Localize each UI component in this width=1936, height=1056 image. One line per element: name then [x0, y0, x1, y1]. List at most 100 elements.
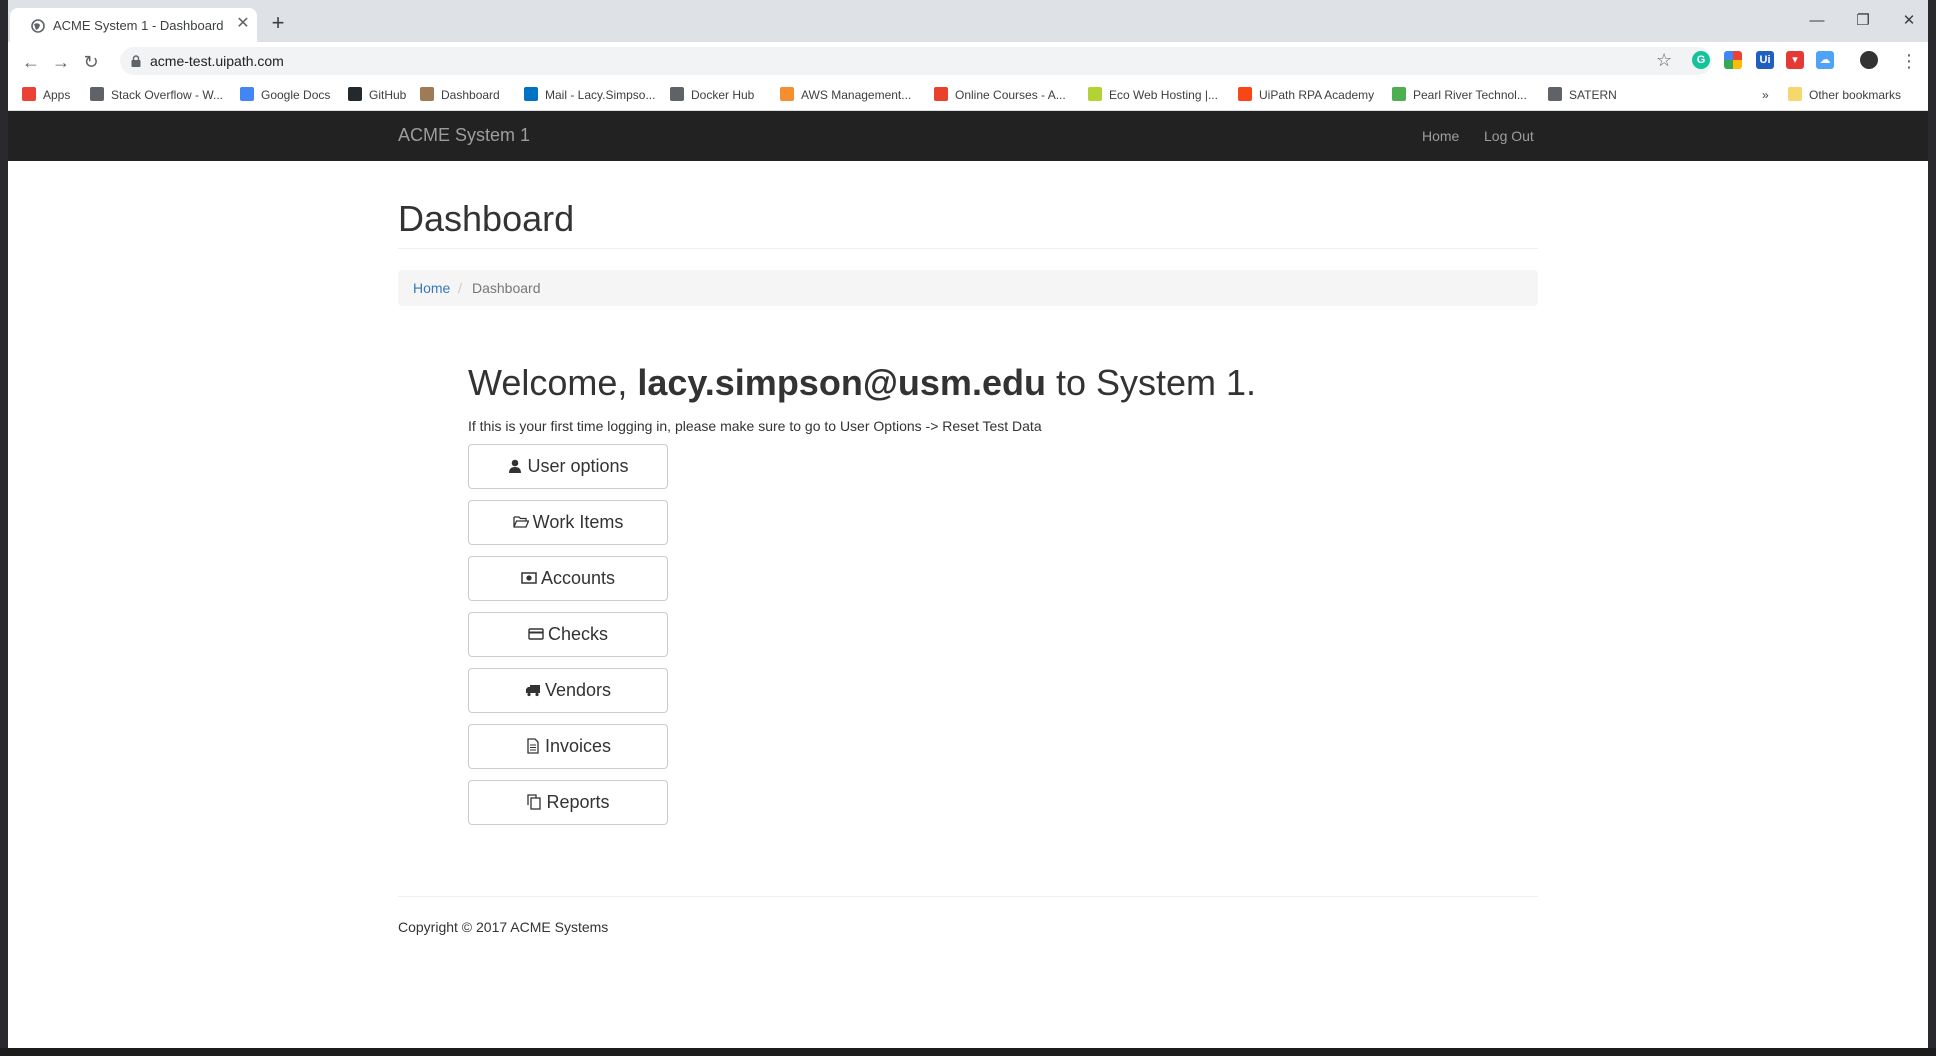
checks-button[interactable]: Checks [468, 612, 668, 657]
restore-button[interactable]: ❐ [1840, 9, 1886, 33]
bookmark-item[interactable]: Online Courses - A... [934, 86, 1066, 104]
bookmark-item[interactable]: GitHub [348, 86, 406, 104]
bookmark-item[interactable]: Eco Web Hosting |... [1088, 86, 1218, 104]
browser-toolbar: ← → ↻ acme-test.uipath.com ☆ G Ui ▾ ☁ ⋮ [8, 42, 1928, 80]
globe-icon [1548, 87, 1562, 101]
nav-home-link[interactable]: Home [1422, 128, 1459, 144]
tab-strip: ACME System 1 - Dashboard ✕ + — ❐ ✕ [8, 0, 1928, 42]
globe-icon [90, 87, 104, 101]
reports-button[interactable]: Reports [468, 780, 668, 825]
bookmark-label: UiPath RPA Academy [1259, 88, 1375, 102]
dashboard-icon [420, 87, 434, 101]
user-icon [509, 459, 522, 473]
money-icon [521, 572, 537, 584]
bookmark-item[interactable]: Stack Overflow - W... [90, 86, 223, 104]
uipath-extension-icon[interactable]: Ui [1756, 51, 1774, 69]
globe-icon [670, 87, 684, 101]
copy-icon [527, 794, 542, 810]
close-window-button[interactable]: ✕ [1886, 9, 1928, 33]
close-tab-icon[interactable]: ✕ [234, 15, 252, 33]
other-bookmarks-folder[interactable]: Other bookmarks [1788, 86, 1901, 104]
browser-tab[interactable]: ACME System 1 - Dashboard ✕ [10, 8, 257, 42]
bookmark-item[interactable]: SATERN [1548, 86, 1617, 104]
cloud-icon[interactable]: ☁ [1816, 51, 1834, 69]
globe-icon [31, 19, 45, 33]
other-bookmarks-label: Other bookmarks [1809, 88, 1902, 102]
welcome-user: lacy.simpson@usm.edu [637, 362, 1046, 403]
bookmark-label: Apps [43, 88, 71, 102]
bookmark-star-icon[interactable]: ☆ [1656, 50, 1672, 71]
page-title: Dashboard [398, 198, 575, 239]
bookmark-item[interactable]: Mail - Lacy.Simpso... [524, 86, 655, 104]
divider [398, 248, 1538, 249]
bookmarks-bar: » Other bookmarks Apps Stack Overflow - W… [8, 80, 1928, 111]
folder-icon [1788, 87, 1802, 101]
bookmark-label: SATERN [1569, 88, 1617, 102]
welcome-heading: Welcome, lacy.simpson@usm.edu to System … [468, 362, 1256, 404]
first-login-hint: If this is your first time logging in, p… [468, 418, 1042, 434]
credit-card-icon [528, 628, 544, 640]
breadcrumb: Home / Dashboard [398, 270, 1538, 306]
copyright-text: Copyright © 2017 ACME Systems [398, 919, 609, 935]
document-icon [527, 738, 539, 754]
apps-grid-icon [22, 87, 36, 101]
welcome-prefix: Welcome, [468, 362, 638, 403]
invoices-button[interactable]: Invoices [468, 724, 668, 769]
breadcrumb-home-link[interactable]: Home [413, 280, 450, 296]
bookmark-label: Mail - Lacy.Simpso... [545, 88, 656, 102]
browser-window: ACME System 1 - Dashboard ✕ + — ❐ ✕ ← → … [8, 0, 1928, 1048]
url-text[interactable]: acme-test.uipath.com [150, 53, 284, 69]
bookmark-label: Dashboard [441, 88, 500, 102]
reload-icon[interactable]: ↻ [80, 51, 102, 73]
prcc-icon [1392, 87, 1406, 101]
os-taskbar [0, 1048, 1936, 1056]
footer-divider [398, 896, 1538, 897]
docs-icon [240, 87, 254, 101]
user-options-label: User options [527, 456, 629, 476]
profile-avatar[interactable] [1860, 51, 1878, 69]
minimize-button[interactable]: — [1794, 9, 1840, 33]
new-tab-button[interactable]: + [267, 12, 289, 35]
vendors-label: Vendors [544, 680, 612, 700]
outlook-icon [524, 87, 538, 101]
bookmark-label: Docker Hub [691, 88, 755, 102]
invoices-label: Invoices [544, 736, 612, 756]
vendors-button[interactable]: Vendors [468, 668, 668, 713]
extension-color-icon[interactable] [1724, 51, 1742, 69]
udemy-icon [934, 87, 948, 101]
pocket-icon[interactable]: ▾ [1786, 51, 1804, 69]
breadcrumb-current: Dashboard [472, 280, 541, 296]
checks-label: Checks [547, 624, 609, 644]
bookmark-label: Eco Web Hosting |... [1109, 88, 1218, 102]
browser-menu-icon[interactable]: ⋮ [1900, 51, 1918, 72]
leaf-icon [1088, 87, 1102, 101]
work-items-button[interactable]: Work Items [468, 500, 668, 545]
address-bar[interactable] [120, 47, 1712, 75]
lock-icon [131, 55, 141, 67]
back-arrow-icon[interactable]: ← [20, 51, 42, 73]
bookmarks-overflow-button[interactable]: » [1762, 86, 1769, 104]
bookmark-label: Pearl River Technol... [1413, 88, 1527, 102]
bookmark-item[interactable]: Docker Hub [670, 86, 754, 104]
truck-icon [525, 685, 540, 697]
bookmark-item[interactable]: UiPath RPA Academy [1238, 86, 1374, 104]
bookmark-item[interactable]: Dashboard [420, 86, 500, 104]
github-icon [348, 87, 362, 101]
tab-title: ACME System 1 - Dashboard [53, 18, 224, 33]
bookmark-item[interactable]: Apps [22, 86, 70, 104]
bookmark-item[interactable]: AWS Management... [780, 86, 911, 104]
uipath-icon [1238, 87, 1252, 101]
bookmark-label: Google Docs [261, 88, 331, 102]
bookmark-item[interactable]: Pearl River Technol... [1392, 86, 1527, 104]
site-brand[interactable]: ACME System 1 [398, 125, 530, 146]
accounts-button[interactable]: Accounts [468, 556, 668, 601]
user-options-button[interactable]: User options [468, 444, 668, 489]
grammarly-icon[interactable]: G [1692, 51, 1710, 69]
reports-label: Reports [546, 792, 610, 812]
bookmark-label: AWS Management... [801, 88, 912, 102]
accounts-label: Accounts [540, 568, 616, 588]
bookmark-item[interactable]: Google Docs [240, 86, 330, 104]
bookmark-label: GitHub [369, 88, 407, 102]
nav-logout-link[interactable]: Log Out [1484, 128, 1534, 144]
forward-arrow-icon[interactable]: → [50, 51, 72, 73]
